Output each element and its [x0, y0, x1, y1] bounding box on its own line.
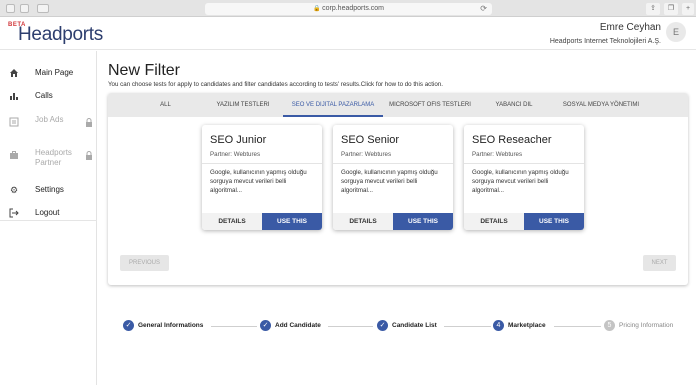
- step-label: Marketplace: [508, 322, 546, 329]
- card-divider: [333, 163, 453, 164]
- avatar[interactable]: E: [666, 22, 686, 42]
- use-this-button[interactable]: USE THIS: [262, 213, 322, 230]
- tab-seo-ve-dijital-pazarlama[interactable]: SEO VE DIJITAL PAZARLAMA: [283, 93, 383, 117]
- step-connector: [328, 326, 373, 327]
- card-description: Google, kullanıcının yapmış olduğu sorgu…: [472, 169, 569, 194]
- logo-text: Headports: [18, 24, 103, 45]
- tab-microsoft-ofis-testleri[interactable]: MICROSOFT OFIS TESTLERI: [385, 93, 475, 117]
- card-divider: [202, 163, 322, 164]
- browser-toolbar: 🔒 corp.headports.com ⟳ ⇪ ❐ +: [0, 0, 696, 17]
- sidebar-item-label: Job Ads: [35, 115, 64, 124]
- tab-yazilim-testleri[interactable]: YAZILIM TESTLERI: [203, 93, 283, 117]
- sidebar: Main Page Calls Job Ads Headports Partne…: [0, 51, 97, 385]
- sidebar-item-label: Settings: [35, 185, 64, 194]
- details-button[interactable]: DETAILS: [464, 213, 524, 230]
- test-card: SEO Senior Partner: Webtures Google, kul…: [333, 125, 453, 230]
- card-divider: [464, 163, 584, 164]
- category-tabs: ALL YAZILIM TESTLERI SEO VE DIJITAL PAZA…: [108, 93, 688, 117]
- card-description: Google, kullanıcının yapmış olduğu sorgu…: [341, 169, 438, 194]
- page-description[interactable]: You can choose tests for apply to candid…: [108, 81, 443, 88]
- step-label: Add Candidate: [275, 322, 321, 329]
- user-company: Headports Internet Teknolojileri A.Ş.: [549, 38, 661, 45]
- check-icon: ✓: [260, 320, 271, 331]
- page-title: New Filter: [108, 62, 181, 79]
- tab-yabanci-dil[interactable]: YABANCI DIL: [483, 93, 545, 117]
- app-header: BETA Headports: [0, 17, 696, 50]
- back-icon[interactable]: [6, 4, 15, 13]
- card-partner: Partner: Webtures: [210, 151, 261, 158]
- card-title: SEO Junior: [210, 134, 267, 146]
- sidebar-divider: [0, 220, 97, 221]
- logout-icon: [9, 208, 19, 218]
- card-partner: Partner: Webtures: [472, 151, 523, 158]
- test-card: SEO Junior Partner: Webtures Google, kul…: [202, 125, 322, 230]
- gear-icon: ⚙: [9, 185, 19, 195]
- tabs-icon[interactable]: ❐: [664, 3, 678, 15]
- test-panel: ALL YAZILIM TESTLERI SEO VE DIJITAL PAZA…: [108, 93, 688, 285]
- card-description: Google, kullanıcının yapmış olduğu sorgu…: [210, 169, 307, 194]
- sidebar-item-job-ads[interactable]: Job Ads: [0, 110, 97, 136]
- reload-icon[interactable]: ⟳: [480, 3, 487, 15]
- progress-stepper: ✓ General Informations ✓ Add Candidate ✓…: [108, 316, 688, 336]
- card-title: SEO Reseacher: [472, 134, 552, 146]
- step-connector: [211, 326, 257, 327]
- step-label: General Informations: [138, 322, 204, 329]
- user-name: Emre Ceyhan: [599, 22, 661, 33]
- details-button[interactable]: DETAILS: [202, 213, 262, 230]
- tab-sosyal-medya-yonetimi[interactable]: SOSYAL MEDYA YÖNETIMI: [551, 93, 651, 117]
- sidebar-item-label: Calls: [35, 91, 53, 100]
- previous-button[interactable]: PREVIOUS: [120, 255, 169, 271]
- sidebar-item-main-page[interactable]: Main Page: [0, 63, 97, 85]
- sidebar-item-logout[interactable]: Logout: [0, 203, 97, 225]
- lock-icon: [85, 118, 93, 127]
- url-text: corp.headports.com: [322, 5, 384, 12]
- step-connector: [444, 326, 491, 327]
- sidebar-item-calls[interactable]: Calls: [0, 86, 97, 108]
- logo[interactable]: BETA Headports: [8, 20, 103, 48]
- step-number: 5: [604, 320, 615, 331]
- step-label: Candidate List: [392, 322, 437, 329]
- home-icon: [9, 68, 19, 78]
- card-title: SEO Senior: [341, 134, 400, 146]
- sidebar-item-headports-partner[interactable]: Headports Partner: [0, 143, 97, 169]
- lock-icon: [85, 151, 93, 160]
- step-number: 4: [493, 320, 504, 331]
- share-icon[interactable]: ⇪: [646, 3, 660, 15]
- use-this-button[interactable]: USE THIS: [524, 213, 584, 230]
- sidebar-toggle-icon[interactable]: [37, 4, 49, 13]
- bar-chart-icon: [9, 91, 19, 101]
- card-partner: Partner: Webtures: [341, 151, 392, 158]
- sidebar-item-label: Logout: [35, 208, 60, 217]
- check-icon: ✓: [123, 320, 134, 331]
- lock-icon: 🔒: [312, 6, 323, 12]
- briefcase-icon: [9, 150, 19, 160]
- sidebar-item-label: Main Page: [35, 68, 74, 77]
- tab-all[interactable]: ALL: [148, 93, 183, 117]
- list-icon: [9, 117, 19, 127]
- next-button[interactable]: NEXT: [643, 255, 676, 271]
- step-label: Pricing Information: [619, 322, 674, 329]
- forward-icon[interactable]: [20, 4, 29, 13]
- new-tab-icon[interactable]: +: [682, 3, 694, 15]
- use-this-button[interactable]: USE THIS: [393, 213, 453, 230]
- sidebar-item-settings[interactable]: ⚙ Settings: [0, 180, 97, 202]
- check-icon: ✓: [377, 320, 388, 331]
- step-connector: [554, 326, 601, 327]
- sidebar-item-label: Headports Partner: [35, 148, 72, 167]
- details-button[interactable]: DETAILS: [333, 213, 393, 230]
- test-card: SEO Reseacher Partner: Webtures Google, …: [464, 125, 584, 230]
- address-bar[interactable]: 🔒 corp.headports.com ⟳: [205, 3, 492, 15]
